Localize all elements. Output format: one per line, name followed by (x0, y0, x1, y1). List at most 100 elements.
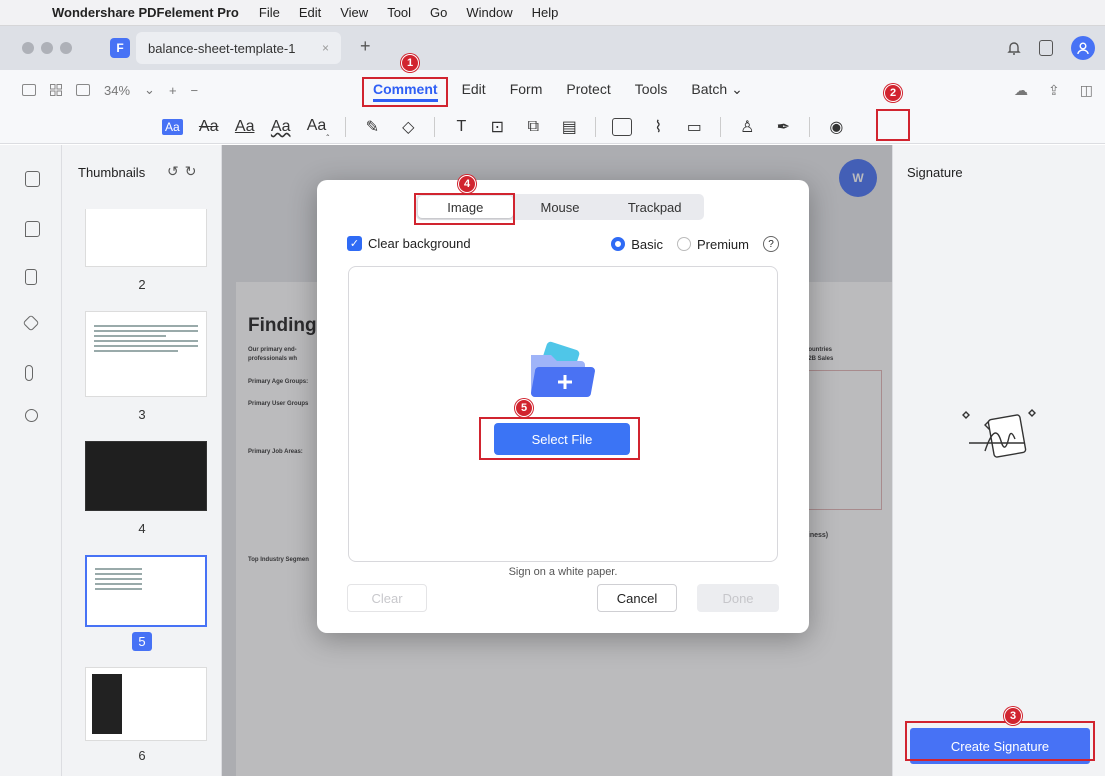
signature-panel-title: Signature (907, 165, 963, 180)
signature-panel: Signature Create Signature (892, 145, 1105, 776)
left-icon-rail (0, 145, 62, 776)
bell-icon[interactable] (1007, 40, 1021, 56)
tab-bar: F balance-sheet-template-1 × + (0, 26, 1105, 70)
shape-icon[interactable] (612, 118, 633, 136)
note-icon[interactable]: ▤ (559, 117, 579, 137)
segment-trackpad[interactable]: Trackpad (607, 196, 702, 218)
sidebar-toggle-icon[interactable] (22, 84, 36, 96)
tab-tools[interactable]: Tools (635, 81, 668, 102)
minimize-window-button[interactable] (41, 42, 53, 54)
help-icon[interactable]: ? (763, 236, 779, 252)
callout-badge-4: 4 (458, 175, 476, 193)
callout-badge-5: 5 (515, 399, 533, 417)
eraser-icon[interactable]: ◇ (398, 117, 418, 137)
thumbnail-page-4[interactable] (85, 441, 207, 511)
menu-go[interactable]: Go (430, 5, 447, 20)
comment-list-icon[interactable] (25, 221, 40, 237)
basic-radio[interactable] (611, 237, 626, 251)
thumbnail-label: 3 (138, 407, 146, 422)
menu-bar: Wondershare PDFelement Pro File Edit Vie… (0, 0, 1105, 26)
squiggly-icon[interactable]: Aa (271, 118, 291, 136)
search-icon[interactable] (25, 409, 38, 422)
segment-mouse[interactable]: Mouse (513, 196, 608, 218)
thumbnail-label: 6 (138, 748, 146, 763)
close-window-button[interactable] (22, 42, 34, 54)
attachment-panel-icon[interactable] (25, 365, 33, 381)
tab-form[interactable]: Form (510, 81, 543, 102)
new-tab-button[interactable]: + (360, 36, 371, 57)
checkbox-checked-icon[interactable]: ✓ (347, 236, 362, 251)
tab-batch[interactable]: Batch ⌄ (691, 81, 742, 102)
grid-view-icon[interactable] (50, 84, 62, 96)
pencil-icon[interactable]: ✎ (362, 117, 382, 137)
page-layout-icon[interactable] (76, 84, 90, 96)
rotate-icons[interactable]: ↺↻ (167, 163, 202, 180)
menu-edit[interactable]: Edit (299, 5, 321, 20)
callout-badge-2: 2 (884, 84, 902, 102)
zoom-dropdown-icon[interactable]: ⌄ (144, 82, 155, 98)
callout-box-select-file (479, 417, 640, 460)
thumbnail-page-2[interactable] (85, 209, 207, 267)
tab-edit[interactable]: Edit (462, 81, 486, 102)
menu-file[interactable]: File (259, 5, 280, 20)
callout-box-create-signature (905, 721, 1095, 761)
menu-tool[interactable]: Tool (387, 5, 411, 20)
device-icon[interactable] (1039, 40, 1053, 56)
thumbnail-label-selected: 5 (62, 632, 222, 651)
clear-button[interactable]: Clear (347, 584, 427, 612)
menu-window[interactable]: Window (466, 5, 512, 20)
callout-badge-1: 1 (401, 54, 419, 72)
layers-icon[interactable] (22, 314, 40, 332)
eye-icon[interactable]: ◉ (826, 117, 846, 137)
zoom-window-button[interactable] (60, 42, 72, 54)
done-button[interactable]: Done (697, 584, 779, 612)
zoom-level[interactable]: 34% (104, 83, 130, 98)
basic-label: Basic (631, 236, 663, 252)
insert-text-icon[interactable]: Aa‸ (307, 117, 330, 137)
document-tab-title: balance-sheet-template-1 (148, 40, 296, 56)
signature-dialog: Image Mouse Trackpad ✓ Clear background … (317, 180, 809, 633)
thumbnails-panel: Thumbnails ↺↻ 2 3 4 5 6 (62, 145, 222, 776)
page-icon[interactable] (25, 171, 40, 187)
highlight-text-icon[interactable]: Aa (162, 119, 183, 135)
thumbnail-page-3[interactable] (85, 311, 207, 397)
text-box-icon[interactable]: ⊡ (487, 117, 507, 137)
share-icon[interactable]: ⇪ (1048, 82, 1060, 99)
stamp-icon[interactable]: ♙ (737, 117, 757, 137)
zoom-out-icon[interactable]: − (191, 83, 199, 98)
image-drop-zone[interactable]: Select File (348, 266, 778, 562)
cancel-button[interactable]: Cancel (597, 584, 677, 612)
tab-protect[interactable]: Protect (566, 81, 610, 102)
measure-icon[interactable]: ▭ (684, 117, 704, 137)
text-icon[interactable]: T (451, 118, 471, 136)
menu-app-name[interactable]: Wondershare PDFelement Pro (52, 5, 239, 20)
dropzone-hint: Sign on a white paper. (508, 566, 618, 578)
menu-view[interactable]: View (340, 5, 368, 20)
menu-help[interactable]: Help (532, 5, 559, 20)
strikethrough-icon[interactable]: Aa (199, 118, 219, 136)
bookmark-icon[interactable] (25, 269, 37, 285)
tab-close-icon[interactable]: × (322, 41, 329, 55)
callout-badge-3: 3 (1004, 707, 1022, 725)
callout-box-image-tab (414, 193, 515, 225)
toolbar-right: ☁ ⇪ ◫ (1014, 82, 1093, 99)
comment-toolbar: Aa Aa Aa Aa Aa‸ ✎ ◇ T ⊡ ⧉ ▤ ⌇ ▭ ♙ ✒ ◉ (0, 110, 1105, 144)
user-icon (1077, 42, 1089, 55)
clear-background-label: Clear background (368, 236, 471, 251)
premium-radio[interactable] (676, 237, 691, 251)
thumbnail-page-6[interactable] (85, 667, 207, 741)
main-toolbar: 34% ⌄ + − Comment Edit Form Protect Tool… (0, 70, 1105, 110)
cloud-icon[interactable]: ☁ (1014, 82, 1028, 99)
clear-background-option[interactable]: ✓ Clear background (347, 236, 471, 251)
avatar[interactable] (1071, 36, 1095, 60)
attachment-icon[interactable]: ⌇ (648, 117, 668, 137)
window-controls[interactable] (22, 42, 72, 54)
callout-icon[interactable]: ⧉ (523, 118, 543, 136)
thumbnail-page-5[interactable] (85, 555, 207, 627)
right-panel-toggle-icon[interactable]: ◫ (1080, 82, 1093, 99)
zoom-in-icon[interactable]: + (169, 83, 177, 98)
signature-illustration-icon (962, 409, 1036, 458)
signature-pen-icon[interactable]: ✒ (773, 117, 793, 137)
underline-icon[interactable]: Aa (235, 118, 255, 136)
document-tab[interactable]: balance-sheet-template-1 × (136, 32, 341, 64)
